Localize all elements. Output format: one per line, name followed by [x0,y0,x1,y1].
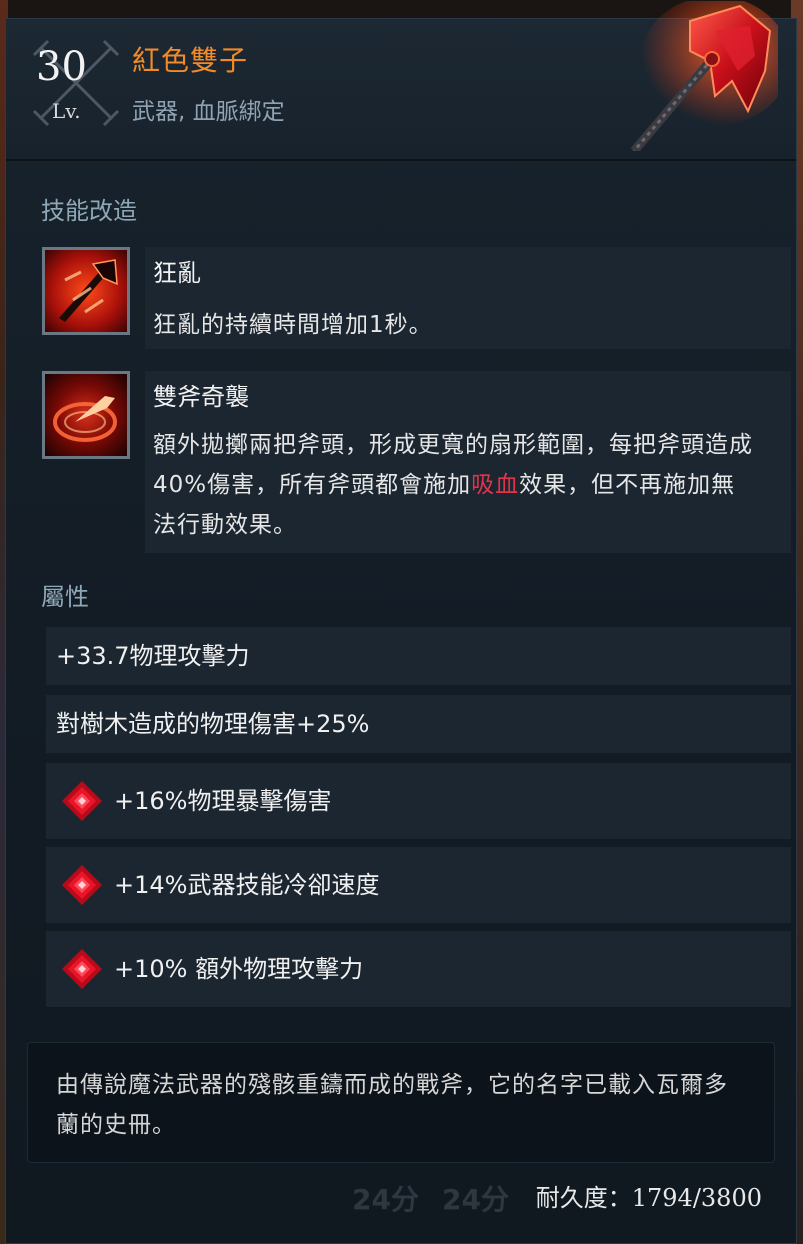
red-gem-icon [62,865,102,905]
attribute-text: +10% 額外物理攻擊力 [114,955,364,983]
item-level: 30 [36,44,87,90]
attribute-text: +14%武器技能冷卻速度 [114,871,380,899]
attribute-text: 對樹木造成的物理傷害+25% [56,710,370,738]
item-name: 紅色雙子 [132,44,249,77]
skill-name: 雙斧奇襲 [153,383,249,411]
item-type: 武器, 血脈綁定 [132,99,285,125]
attribute-row: +33.7物理攻擊力 [46,627,791,685]
lifesteal-keyword: 吸血 [471,472,520,498]
attribute-row: 對樹木造成的物理傷害+25% [46,695,791,753]
skill-description: 狂亂的持續時間增加1秒。 [153,312,433,338]
red-gem-icon [62,949,102,989]
lore-box: 由傳說魔法武器的殘骸重鑄而成的戰斧，它的名字已載入瓦爾多蘭的史冊。 [27,1042,775,1163]
red-gem-icon [62,781,102,821]
background-timer-label: 24分 [352,1183,419,1216]
background-timer-label: 24分 [442,1183,509,1216]
twin-axe-strike-icon [42,371,130,459]
skill-card-frenzy: 狂亂 狂亂的持續時間增加1秒。 [145,247,791,349]
attribute-row-gem: +10% 額外物理攻擊力 [46,931,791,1007]
durability: 耐久度：1794/3800 [536,1186,762,1210]
durability-value: 1794/3800 [631,1184,762,1212]
frenzy-axe-icon [42,247,130,335]
attribute-text: +16%物理暴擊傷害 [114,787,332,815]
skill-section-title: 技能改造 [41,197,137,225]
skill-name: 狂亂 [153,259,201,287]
item-level-label: Lv. [52,99,81,123]
tooltip-header: 30 Lv. 紅色雙子 武器, 血脈綁定 [6,1,796,161]
lore-text: 由傳說魔法武器的殘骸重鑄而成的戰斧，它的名字已載入瓦爾多蘭的史冊。 [56,1072,728,1138]
durability-label: 耐久度： [535,1184,632,1212]
attribute-text: +33.7物理攻擊力 [56,642,250,670]
skill-card-twin-axe: 雙斧奇襲 額外拋擲兩把斧頭，形成更寬的扇形範圍，每把斧頭造成40%傷害，所有斧頭… [145,371,791,553]
red-axe-icon [630,1,778,151]
attributes-section-title: 屬性 [41,583,89,611]
attribute-row-gem: +14%武器技能冷卻速度 [46,847,791,923]
item-tooltip: 30 Lv. 紅色雙子 武器, 血脈綁定 技能改造 狂亂 狂亂的持續時間增加1秒… [5,1,797,1244]
attribute-row-gem: +16%物理暴擊傷害 [46,763,791,839]
skill-description: 額外拋擲兩把斧頭，形成更寬的扇形範圍，每把斧頭造成40%傷害，所有斧頭都會施加吸… [153,432,753,538]
